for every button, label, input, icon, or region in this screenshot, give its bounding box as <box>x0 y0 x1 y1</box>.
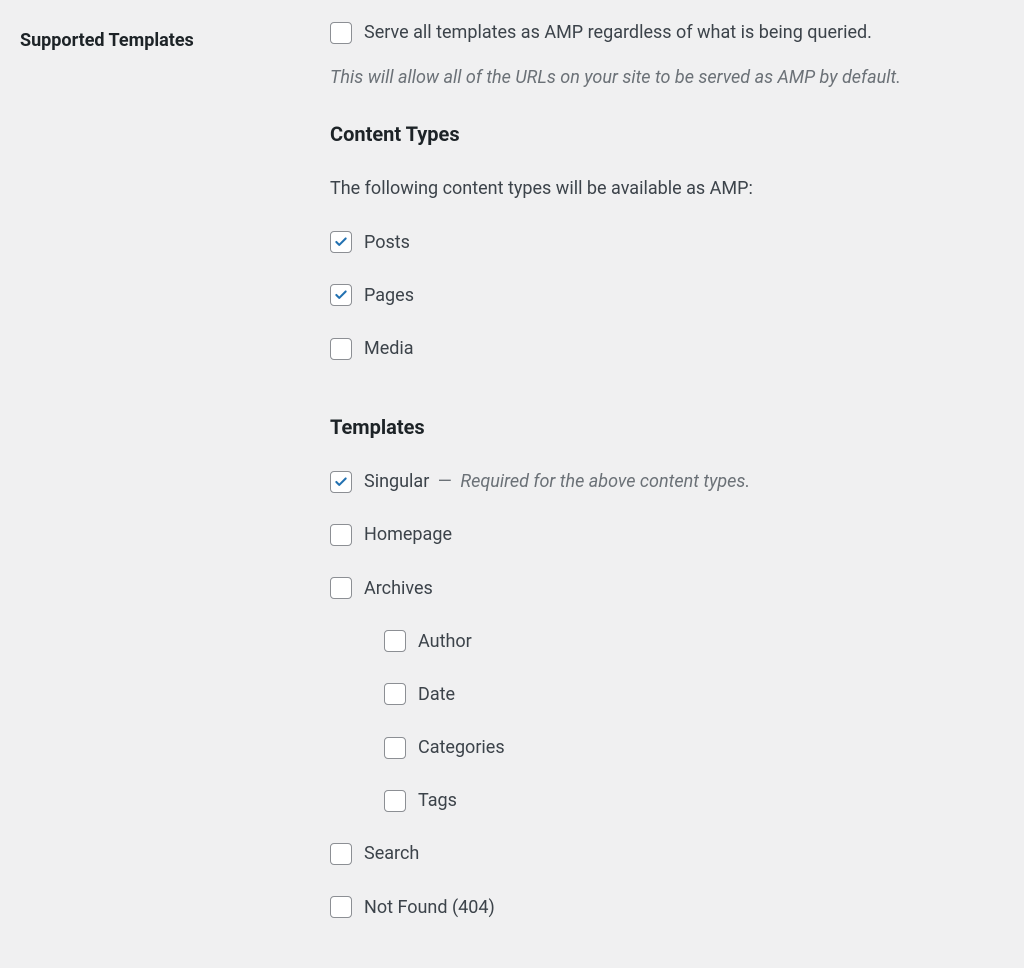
media-checkbox[interactable] <box>330 338 352 360</box>
template-row-archives: Archives <box>330 576 1004 601</box>
homepage-checkbox[interactable] <box>330 524 352 546</box>
template-row-notfound: Not Found (404) <box>330 895 1004 920</box>
pages-checkbox[interactable] <box>330 284 352 306</box>
search-label: Search <box>364 841 419 866</box>
template-row-date: Date <box>384 682 1004 707</box>
singular-label-text: Singular <box>364 471 429 492</box>
template-row-homepage: Homepage <box>330 522 1004 547</box>
posts-label: Posts <box>364 230 410 255</box>
serve-all-checkbox[interactable] <box>330 22 352 44</box>
template-row-tags: Tags <box>384 788 1004 813</box>
search-checkbox[interactable] <box>330 843 352 865</box>
date-label: Date <box>418 682 455 707</box>
templates-heading: Templates <box>330 413 1004 441</box>
archives-checkbox[interactable] <box>330 577 352 599</box>
content-types-heading: Content Types <box>330 120 1004 148</box>
pages-label: Pages <box>364 283 414 308</box>
notfound-label: Not Found (404) <box>364 895 495 920</box>
supported-templates-section: Supported Templates Serve all templates … <box>20 20 1004 948</box>
template-row-author: Author <box>384 629 1004 654</box>
date-checkbox[interactable] <box>384 683 406 705</box>
author-label: Author <box>418 629 472 654</box>
serve-all-description: This will allow all of the URLs on your … <box>330 65 1004 90</box>
author-checkbox[interactable] <box>384 630 406 652</box>
serve-all-row: Serve all templates as AMP regardless of… <box>330 20 1004 45</box>
section-content: Serve all templates as AMP regardless of… <box>330 20 1004 948</box>
content-type-row-media: Media <box>330 336 1004 361</box>
content-type-row-posts: Posts <box>330 230 1004 255</box>
singular-checkbox[interactable] <box>330 471 352 493</box>
archives-label: Archives <box>364 576 433 601</box>
categories-checkbox[interactable] <box>384 737 406 759</box>
tags-checkbox[interactable] <box>384 790 406 812</box>
section-title: Supported Templates <box>20 20 330 53</box>
content-type-row-pages: Pages <box>330 283 1004 308</box>
template-row-categories: Categories <box>384 735 1004 760</box>
archives-children: Author Date Categories Tags <box>384 629 1004 814</box>
serve-all-label: Serve all templates as AMP regardless of… <box>364 20 872 45</box>
template-row-search: Search <box>330 841 1004 866</box>
content-types-intro: The following content types will be avai… <box>330 176 1004 201</box>
tags-label: Tags <box>418 788 457 813</box>
categories-label: Categories <box>418 735 505 760</box>
homepage-label: Homepage <box>364 522 452 547</box>
singular-note: Required for the above content types. <box>460 471 750 492</box>
template-row-singular: Singular — Required for the above conten… <box>330 469 1004 494</box>
posts-checkbox[interactable] <box>330 231 352 253</box>
singular-label: Singular — Required for the above conten… <box>364 469 750 494</box>
singular-dash: — <box>438 471 452 492</box>
notfound-checkbox[interactable] <box>330 896 352 918</box>
spacer <box>330 389 1004 413</box>
media-label: Media <box>364 336 414 361</box>
